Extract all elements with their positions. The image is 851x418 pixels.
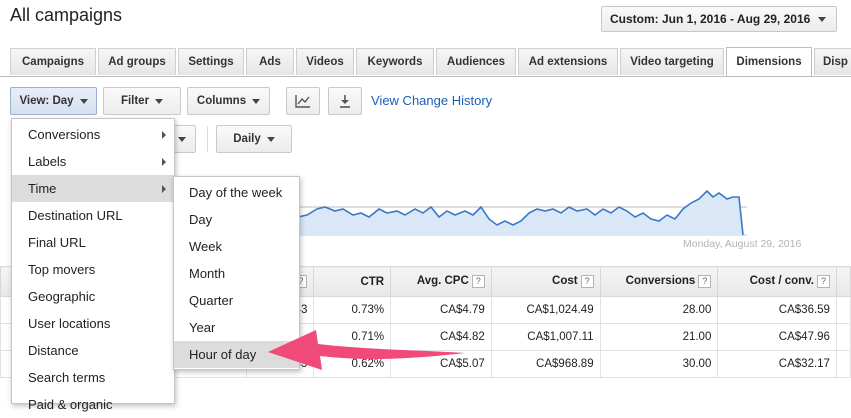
table-cell: CA$32.17 — [717, 350, 837, 378]
menu-item-search-terms[interactable]: Search terms — [12, 364, 174, 391]
menu-item-label: Labels — [28, 154, 67, 169]
column-header-label: Cost — [552, 275, 578, 287]
menu-item-label: Conversions — [28, 127, 101, 142]
tab-video-targeting[interactable]: Video targeting — [620, 48, 724, 75]
table-cell: 28.00 — [599, 296, 719, 324]
column-header[interactable]: CTR — [313, 266, 392, 297]
column-header[interactable]: Avg. CPC? — [390, 266, 492, 297]
chevron-down-icon — [178, 136, 186, 142]
menu-item-paid-organic[interactable]: Paid & organic — [12, 391, 174, 418]
view-label: View: Day — [19, 95, 74, 107]
menu-item-label: Time — [28, 181, 57, 196]
table-cell — [835, 350, 851, 378]
chevron-right-icon — [162, 158, 166, 166]
table-cell: 21.00 — [599, 323, 719, 351]
view-day-button[interactable]: View: Day — [10, 87, 97, 115]
chevron-right-icon — [162, 131, 166, 139]
column-header-label: Cost / conv. — [749, 275, 814, 287]
chart-toggle-button[interactable] — [286, 87, 320, 115]
table-cell: CA$1,007.11 — [490, 323, 601, 351]
column-header-label: Avg. CPC — [416, 275, 469, 287]
tab-keywords[interactable]: Keywords — [356, 48, 434, 75]
submenu-item-quarter[interactable]: Quarter — [174, 287, 299, 314]
tab-dimensions[interactable]: Dimensions — [726, 47, 812, 76]
menu-item-destination-url[interactable]: Destination URL — [12, 202, 174, 229]
chevron-down-icon — [155, 98, 164, 104]
help-icon[interactable]: ? — [471, 275, 485, 288]
chevron-down-icon — [252, 98, 261, 104]
menu-item-label: Final URL — [28, 235, 86, 250]
submenu-item-month[interactable]: Month — [174, 260, 299, 287]
table-cell: CA$968.89 — [490, 350, 601, 378]
date-range-label: Custom: Jun 1, 2016 - Aug 29, 2016 — [610, 12, 811, 26]
table-cell — [835, 323, 851, 351]
menu-item-conversions[interactable]: Conversions — [12, 121, 174, 148]
table-cell: 30.00 — [599, 350, 719, 378]
chevron-down-icon — [266, 136, 275, 142]
column-header[interactable]: Conversions? — [599, 266, 719, 297]
chevron-right-icon — [162, 185, 166, 193]
toolbar-divider — [207, 126, 208, 152]
column-header[interactable]: Cost? — [490, 266, 601, 297]
column-header-label: Conversions — [625, 275, 696, 287]
tab-settings[interactable]: Settings — [178, 48, 244, 75]
tab-videos[interactable]: Videos — [296, 48, 354, 75]
menu-item-label: Distance — [28, 343, 79, 358]
menu-item-distance[interactable]: Distance — [12, 337, 174, 364]
chevron-down-icon — [818, 16, 826, 22]
table-cell: CA$47.96 — [717, 323, 837, 351]
menu-item-label: Geographic — [28, 289, 96, 304]
menu-item-label: Destination URL — [28, 208, 123, 223]
tab-campaigns[interactable]: Campaigns — [10, 48, 96, 75]
tab-ad-groups[interactable]: Ad groups — [98, 48, 176, 75]
table-cell: CA$36.59 — [717, 296, 837, 324]
submenu-item-day-of-week[interactable]: Day of the week — [174, 179, 299, 206]
chart-date-label: Monday, August 29, 2016 — [683, 238, 802, 250]
view-change-history-link[interactable]: View Change History — [371, 93, 492, 108]
submenu-item-week[interactable]: Week — [174, 233, 299, 260]
chart-area — [298, 191, 743, 235]
table-cell: CA$1,024.49 — [490, 296, 601, 324]
tab-audiences[interactable]: Audiences — [436, 48, 516, 75]
column-header-label: CTR — [360, 275, 385, 288]
download-icon — [340, 95, 350, 108]
menu-item-label: Search terms — [28, 370, 106, 385]
submenu-item-day[interactable]: Day — [174, 206, 299, 233]
help-icon[interactable]: ? — [580, 275, 594, 288]
table-cell — [835, 296, 851, 324]
columns-label: Columns — [196, 95, 247, 107]
menu-item-geographic[interactable]: Geographic — [12, 283, 174, 310]
date-range-button[interactable]: Custom: Jun 1, 2016 - Aug 29, 2016 — [601, 6, 837, 32]
column-header — [835, 266, 851, 297]
filter-label: Filter — [120, 95, 150, 107]
view-dropdown-menu: Conversions Labels Time Destination URL … — [11, 118, 175, 412]
columns-button[interactable]: Columns — [187, 87, 270, 115]
menu-item-label: Paid & organic — [28, 397, 113, 412]
filter-button[interactable]: Filter — [103, 87, 181, 115]
line-chart-icon — [295, 95, 310, 108]
menu-item-top-movers[interactable]: Top movers — [12, 256, 174, 283]
column-header[interactable]: Cost / conv.? — [717, 266, 837, 297]
menu-item-label: User locations — [28, 316, 111, 331]
menu-item-labels[interactable]: Labels — [12, 148, 174, 175]
help-icon[interactable]: ? — [816, 275, 830, 288]
tab-bar: Campaigns Ad groups Settings Ads Videos … — [0, 45, 851, 77]
menu-item-user-locations[interactable]: User locations — [12, 310, 174, 337]
page-title: All campaigns — [10, 5, 123, 25]
tab-ad-extensions[interactable]: Ad extensions — [518, 48, 618, 75]
download-button[interactable] — [328, 87, 362, 115]
help-icon[interactable]: ? — [698, 275, 712, 288]
menu-item-label: Top movers — [28, 262, 96, 277]
daily-label: Daily — [233, 133, 261, 145]
annotation-arrow-icon — [268, 330, 465, 370]
tab-ads[interactable]: Ads — [246, 48, 294, 75]
menu-item-time[interactable]: Time — [12, 175, 174, 202]
chevron-down-icon — [79, 98, 88, 104]
menu-item-final-url[interactable]: Final URL — [12, 229, 174, 256]
daily-button[interactable]: Daily — [216, 125, 292, 153]
tab-display[interactable]: Disp — [814, 48, 851, 75]
